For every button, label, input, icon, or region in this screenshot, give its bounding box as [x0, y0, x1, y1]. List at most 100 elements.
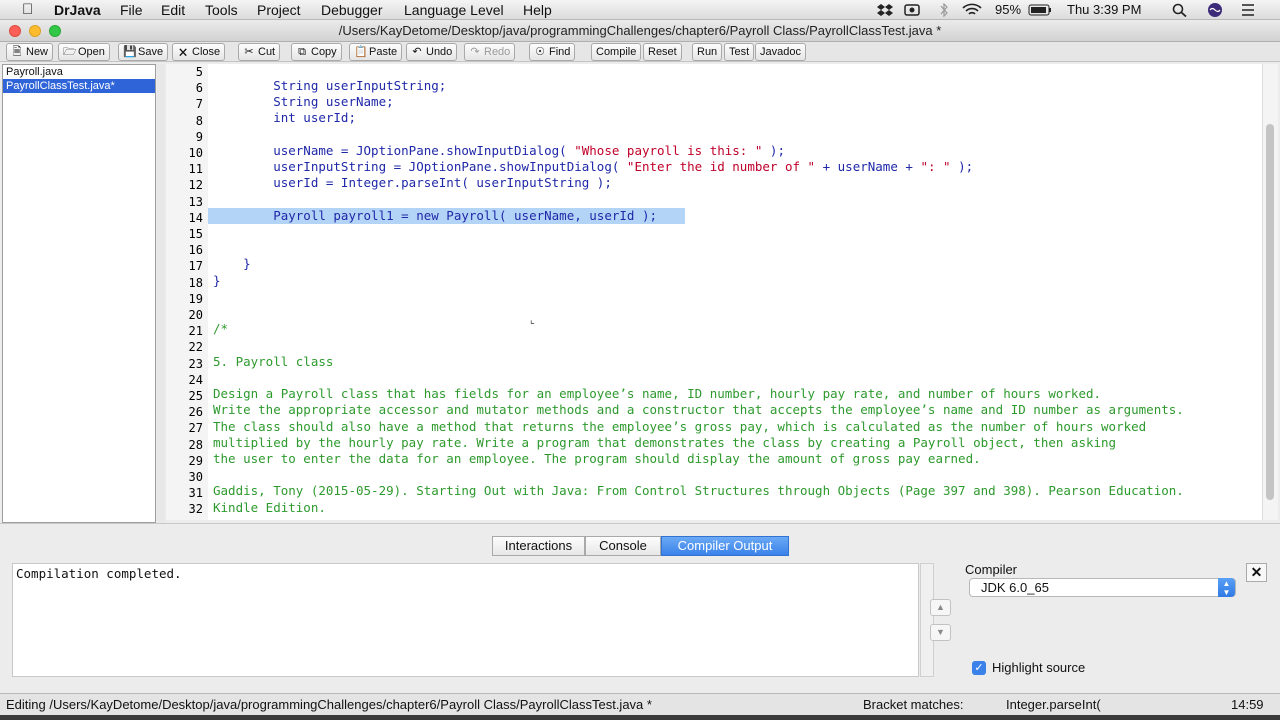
screen-record-icon[interactable] — [904, 3, 920, 17]
window-title-bar: /Users/KayDetome/Desktop/java/programmin… — [0, 20, 1280, 42]
close-button[interactable]: 🗙 Close — [172, 43, 226, 61]
line-number: 22 — [188, 340, 203, 354]
code-line-31: Gaddis, Tony (2015-05-29). Starting Out … — [213, 483, 1184, 498]
line-number: 16 — [188, 243, 203, 257]
bluetooth-icon[interactable] — [936, 3, 952, 17]
next-error-button[interactable]: ▼ — [930, 624, 951, 641]
reset-button[interactable]: Reset — [643, 43, 682, 61]
code-line-11: userInputString = JOptionPane.showInputD… — [213, 159, 974, 174]
cut-button[interactable]: ✂ Cut — [238, 43, 281, 61]
line-number: 5 — [195, 65, 203, 79]
save-button[interactable]: 💾Save — [118, 43, 169, 61]
code-line-12: userId = Integer.parseInt( userInputStri… — [213, 175, 612, 190]
menu-file[interactable]: File — [120, 2, 143, 18]
app-menu[interactable]: DrJava — [54, 2, 101, 18]
open-folder-icon: 🗁 — [63, 46, 77, 58]
line-number: 23 — [188, 357, 203, 371]
file-list-scrollbar[interactable] — [157, 64, 165, 523]
apple-icon[interactable]:  — [22, 1, 33, 18]
battery-percent: 95% — [995, 2, 1022, 17]
code-line-25: Design a Payroll class that has fields f… — [213, 386, 1102, 401]
scissors-icon: ✂ — [244, 46, 254, 58]
close-file-icon: 🗙 — [178, 46, 188, 58]
editor-scrollbar[interactable] — [1262, 64, 1278, 520]
document-list: Payroll.java PayrollClassTest.java* — [2, 64, 156, 523]
compiler-output-text: Compilation completed. — [12, 563, 919, 677]
pane-divider[interactable] — [0, 523, 1280, 535]
file-item-payroll[interactable]: Payroll.java — [3, 65, 155, 79]
spotlight-search-icon[interactable] — [1172, 3, 1188, 17]
line-number: 28 — [188, 438, 203, 452]
highlight-source-checkbox[interactable]: ✓ — [972, 661, 986, 675]
new-file-icon: 🗎 — [12, 46, 22, 58]
new-button[interactable]: 🗎 New — [6, 43, 54, 61]
highlight-source-label: Highlight source — [992, 660, 1086, 675]
menu-project[interactable]: Project — [257, 2, 301, 18]
javadoc-button[interactable]: Javadoc — [755, 43, 806, 61]
line-number: 8 — [195, 114, 203, 128]
compiler-label: Compiler — [965, 562, 1018, 577]
siri-icon[interactable] — [1207, 3, 1223, 17]
copy-button[interactable]: ⧉ Copy — [291, 43, 342, 61]
redo-icon: ↷ — [470, 46, 480, 58]
battery-icon[interactable] — [1028, 3, 1052, 17]
menu-debugger[interactable]: Debugger — [321, 2, 383, 18]
status-bar: Editing /Users/KayDetome/Desktop/java/pr… — [0, 693, 1280, 715]
tab-interactions[interactable]: Interactions — [492, 536, 585, 556]
binoculars-icon: ☉ — [535, 46, 545, 58]
dropbox-icon[interactable] — [877, 3, 893, 17]
redo-button[interactable]: ↷ Redo — [464, 43, 516, 61]
chevron-updown-icon: ▲ ▼ — [1218, 578, 1235, 597]
code-line-29: the user to enter the data for an employ… — [213, 451, 981, 466]
tab-console[interactable]: Console — [585, 536, 661, 556]
undo-button[interactable]: ↶ Undo — [406, 43, 458, 61]
menu-edit[interactable]: Edit — [161, 2, 185, 18]
line-number: 17 — [188, 259, 203, 273]
window-title: /Users/KayDetome/Desktop/java/programmin… — [338, 23, 942, 38]
string-literal: ": " — [920, 159, 951, 174]
line-number: 19 — [188, 292, 203, 306]
notification-center-icon[interactable] — [1240, 3, 1256, 17]
code-line-26: Write the appropriate accessor and mutat… — [213, 402, 1184, 417]
compiler-select[interactable]: JDK 6.0_65 ▲ ▼ — [969, 578, 1236, 597]
tab-compiler-output[interactable]: Compiler Output — [661, 536, 789, 556]
clock[interactable]: Thu 3:39 PM — [1067, 2, 1141, 17]
output-scrollbar[interactable] — [920, 563, 934, 677]
editor-scroll-thumb[interactable] — [1266, 124, 1274, 500]
line-number: 7 — [195, 97, 203, 111]
run-button[interactable]: Run — [692, 43, 723, 61]
toolbar: 🗎 New 🗁Open 💾Save 🗙 Close ✂ Cut ⧉ Copy 📋Past… — [0, 42, 1280, 62]
open-button[interactable]: 🗁Open — [58, 43, 110, 61]
line-number: 18 — [188, 276, 203, 290]
line-number: 26 — [188, 405, 203, 419]
line-number: 25 — [188, 389, 203, 403]
code-line-10: userName = JOptionPane.showInputDialog( … — [213, 143, 785, 158]
close-panel-button[interactable]: ✕ — [1246, 563, 1267, 582]
menu-language-level[interactable]: Language Level — [404, 2, 504, 18]
code-editor[interactable]: String userInputString; String userName;… — [208, 64, 1262, 520]
paste-button[interactable]: 📋Paste — [349, 43, 403, 61]
wifi-icon[interactable] — [962, 3, 982, 17]
find-button[interactable]: ☉ Find — [529, 43, 576, 61]
code-line-18: } — [213, 273, 221, 288]
line-number: 14 — [188, 211, 203, 225]
code-line-8: int userId; — [213, 110, 356, 125]
line-number: 15 — [188, 227, 203, 241]
line-number: 6 — [195, 81, 203, 95]
code-line-21: /* — [213, 321, 229, 336]
line-number: 29 — [188, 454, 203, 468]
line-number: 20 — [188, 308, 203, 322]
line-number: 12 — [188, 178, 203, 192]
line-number: 32 — [188, 502, 203, 516]
line-number: 24 — [188, 373, 203, 387]
code-line-7: String userName; — [213, 94, 394, 109]
compile-button[interactable]: Compile — [591, 43, 642, 61]
previous-error-button[interactable]: ▲ — [930, 599, 951, 616]
menu-tools[interactable]: Tools — [205, 2, 238, 18]
code-line-27: The class should also have a method that… — [213, 419, 1147, 434]
string-literal: "Enter the id number of " — [626, 159, 816, 174]
test-button[interactable]: Test — [724, 43, 755, 61]
file-item-payroll-class-test[interactable]: PayrollClassTest.java* — [3, 79, 155, 93]
copy-icon: ⧉ — [298, 46, 306, 58]
menu-help[interactable]: Help — [523, 2, 552, 18]
